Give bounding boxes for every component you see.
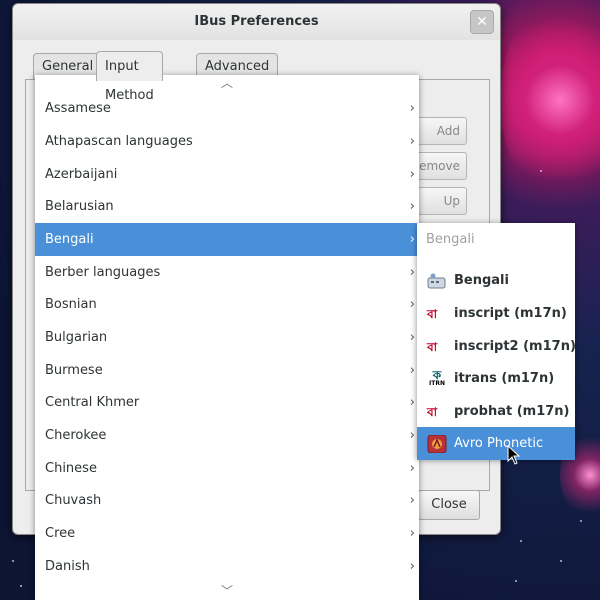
submenu-item-inscript2[interactable]: বা inscript2 (m17n) — [417, 330, 576, 363]
menu-item-athapascan[interactable]: Athapascan languages › — [35, 125, 419, 158]
chevron-right-icon: › — [409, 167, 415, 182]
star — [520, 540, 522, 542]
menu-item-label: Cree — [45, 526, 76, 541]
language-menu: ︿ Assamese › Athapascan languages › Azerba… — [35, 75, 419, 600]
chevron-right-icon: › — [409, 199, 415, 214]
chevron-right-icon: › — [409, 363, 415, 378]
firework-decoration — [500, 0, 600, 200]
star — [12, 560, 14, 562]
menu-item-cree[interactable]: Cree › — [35, 517, 419, 550]
bengali-script-icon: বা — [427, 307, 438, 321]
submenu-item-label: Avro Phonetic — [454, 436, 544, 451]
chevron-right-icon: › — [409, 265, 415, 280]
menu-item-label: Chinese — [45, 461, 97, 476]
bengali-script-icon: বা — [427, 340, 438, 354]
avro-icon — [427, 435, 447, 453]
menu-item-label: Azerbaijani — [45, 167, 118, 182]
chevron-right-icon: › — [409, 493, 415, 508]
menu-item-azerbaijani[interactable]: Azerbaijani › — [35, 158, 419, 191]
close-button[interactable]: Close — [418, 490, 480, 520]
submenu-item-bengali[interactable]: Bengali — [417, 264, 575, 297]
window-title: IBus Preferences — [194, 14, 319, 29]
star — [20, 585, 22, 587]
star — [560, 560, 562, 562]
submenu-item-label: inscript (m17n) — [454, 306, 567, 321]
menu-item-label: Bengali — [45, 232, 94, 247]
tab-input-method[interactable]: Input Method — [96, 51, 163, 103]
chevron-right-icon: › — [409, 428, 415, 443]
submenu-item-label: inscript2 (m17n) — [454, 339, 576, 354]
menu-item-bengali[interactable]: Bengali › — [35, 223, 419, 256]
itrans-icon: ক ITRN — [429, 368, 445, 387]
menu-item-label: Central Khmer — [45, 395, 140, 410]
chevron-right-icon: › — [409, 395, 415, 410]
menu-item-bosnian[interactable]: Bosnian › — [35, 288, 419, 321]
chevron-right-icon: › — [409, 101, 415, 116]
chevron-right-icon: › — [409, 232, 415, 247]
submenu-item-avro-phonetic[interactable]: Avro Phonetic — [417, 427, 575, 460]
menu-item-chinese[interactable]: Chinese › — [35, 452, 419, 485]
menu-item-central-khmer[interactable]: Central Khmer › — [35, 386, 419, 419]
keyboard-icon — [427, 273, 446, 289]
chevron-right-icon: › — [409, 330, 415, 345]
menu-item-label: Danish — [45, 559, 90, 574]
menu-item-label: Cherokee — [45, 428, 107, 443]
menu-item-danish[interactable]: Danish › — [35, 550, 419, 583]
star — [540, 170, 542, 172]
star — [515, 580, 517, 582]
chevron-right-icon: › — [409, 526, 415, 541]
menu-item-chuvash[interactable]: Chuvash › — [35, 484, 419, 517]
star — [580, 520, 582, 522]
bengali-submenu: Bengali Bengali বা inscript (m17n) বা in… — [417, 223, 576, 460]
menu-item-assamese[interactable]: Assamese › — [35, 92, 419, 125]
submenu-item-inscript[interactable]: বা inscript (m17n) — [417, 297, 575, 330]
menu-item-label: Athapascan languages — [45, 134, 193, 149]
menu-item-label: Bulgarian — [45, 330, 108, 345]
submenu-item-label: Bengali — [454, 273, 509, 288]
submenu-item-itrans[interactable]: ক ITRN itrans (m17n) — [417, 362, 575, 395]
menu-item-label: Belarusian — [45, 199, 114, 214]
close-icon: ✕ — [476, 14, 488, 30]
menu-item-burmese[interactable]: Burmese › — [35, 354, 419, 387]
menu-item-belarusian[interactable]: Belarusian › — [35, 190, 419, 223]
mouse-pointer-icon — [507, 445, 521, 465]
menu-item-label: Burmese — [45, 363, 103, 378]
menu-item-label: Assamese — [45, 101, 111, 116]
bengali-script-icon: বা — [427, 405, 438, 419]
submenu-header: Bengali — [426, 232, 475, 247]
menu-item-berber[interactable]: Berber languages › — [35, 256, 419, 289]
chevron-right-icon: › — [409, 461, 415, 476]
submenu-item-probhat[interactable]: বা probhat (m17n) — [417, 395, 575, 428]
scroll-up-arrow[interactable]: ︿ — [35, 75, 419, 91]
submenu-item-label: itrans (m17n) — [454, 371, 555, 386]
menu-item-label: Chuvash — [45, 493, 102, 508]
chevron-right-icon: › — [409, 297, 415, 312]
menu-item-cherokee[interactable]: Cherokee › — [35, 419, 419, 452]
menu-item-bulgarian[interactable]: Bulgarian › — [35, 321, 419, 354]
scroll-down-arrow[interactable]: ﹀ — [35, 583, 419, 599]
window-close-button[interactable]: ✕ — [470, 10, 494, 34]
submenu-item-label: probhat (m17n) — [454, 404, 570, 419]
chevron-right-icon: › — [409, 134, 415, 149]
menu-item-label: Bosnian — [45, 297, 97, 312]
menu-item-label: Berber languages — [45, 265, 161, 280]
chevron-right-icon: › — [409, 559, 415, 574]
window-titlebar[interactable]: IBus Preferences ✕ — [13, 4, 500, 40]
